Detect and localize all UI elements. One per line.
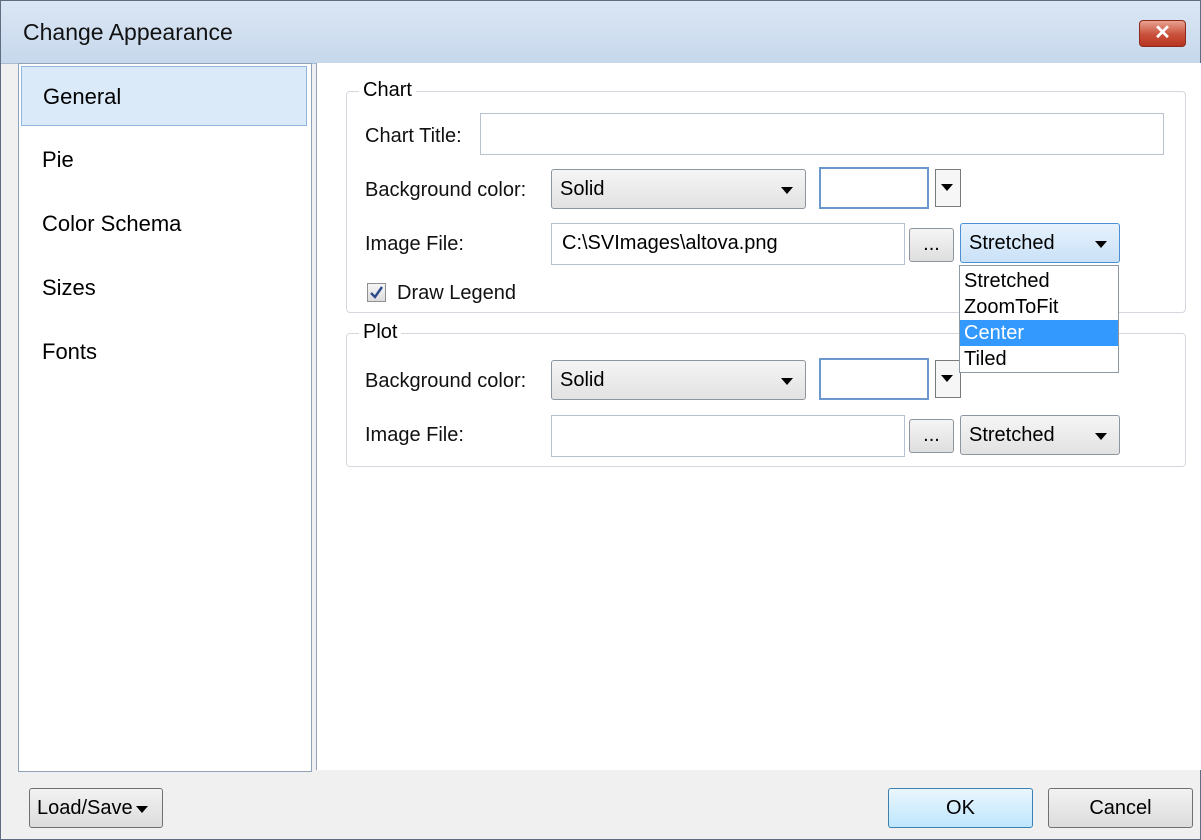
- dropdown-option-tiled[interactable]: Tiled: [960, 346, 1118, 372]
- title-bar: Change Appearance ✕: [1, 1, 1200, 64]
- chart-image-browse-button[interactable]: ...: [909, 228, 954, 262]
- plot-group-legend: Plot: [359, 321, 402, 344]
- cancel-button[interactable]: Cancel: [1048, 788, 1193, 828]
- chevron-down-icon: [781, 187, 793, 194]
- chevron-down-icon: [136, 806, 148, 813]
- plot-image-mode-value: Stretched: [969, 424, 1055, 446]
- sidebar-item-label: Pie: [42, 147, 74, 172]
- chart-bg-color-value: Solid: [560, 178, 605, 200]
- sidebar-item-fonts[interactable]: Fonts: [21, 322, 307, 382]
- plot-bg-color-value: Solid: [560, 369, 605, 391]
- plot-bg-color-swatch[interactable]: [819, 358, 929, 400]
- plot-image-file-input[interactable]: [551, 415, 905, 457]
- draw-legend-label: Draw Legend: [397, 282, 516, 304]
- sidebar-item-pie[interactable]: Pie: [21, 130, 307, 190]
- chart-image-mode-select[interactable]: Stretched: [960, 223, 1120, 263]
- category-sidebar: General Pie Color Schema Sizes Fonts: [18, 63, 312, 772]
- dropdown-option-center[interactable]: Center: [960, 320, 1118, 346]
- chevron-down-icon: [941, 184, 953, 191]
- chevron-down-icon: [1095, 433, 1107, 440]
- chart-image-file-input[interactable]: C:\SVImages\altova.png: [551, 223, 905, 265]
- chevron-down-icon: [941, 375, 953, 382]
- ok-button[interactable]: OK: [888, 788, 1033, 828]
- chart-title-label: Chart Title:: [365, 125, 462, 147]
- checkmark-icon: [370, 286, 383, 299]
- chart-title-input[interactable]: [480, 113, 1164, 155]
- sidebar-item-label: Fonts: [42, 339, 98, 364]
- sidebar-item-label: Color Schema: [42, 211, 182, 236]
- plot-image-mode-select[interactable]: Stretched: [960, 415, 1120, 455]
- load-save-button[interactable]: Load/Save: [29, 788, 163, 828]
- chart-image-file-label: Image File:: [365, 233, 464, 255]
- sidebar-item-sizes[interactable]: Sizes: [21, 258, 307, 318]
- chart-bg-color-label: Background color:: [365, 179, 527, 201]
- close-icon: ✕: [1154, 22, 1171, 44]
- plot-bg-color-select[interactable]: Solid: [551, 360, 806, 400]
- plot-image-browse-button[interactable]: ...: [909, 419, 954, 453]
- draw-legend-checkbox[interactable]: [367, 283, 386, 302]
- sidebar-item-color-schema[interactable]: Color Schema: [21, 194, 307, 254]
- general-settings-panel: Chart Chart Title: Background color: Sol…: [316, 63, 1201, 770]
- close-button[interactable]: ✕: [1139, 20, 1186, 47]
- chart-group-legend: Chart: [359, 79, 416, 102]
- load-save-label: Load/Save: [37, 797, 133, 819]
- change-appearance-dialog: Change Appearance ✕ General Pie Color Sc…: [0, 0, 1201, 840]
- chevron-down-icon: [1095, 241, 1107, 248]
- sidebar-item-label: General: [43, 84, 122, 109]
- dropdown-option-zoomtofit[interactable]: ZoomToFit: [960, 294, 1118, 320]
- image-mode-dropdown-list: Stretched ZoomToFit Center Tiled: [959, 265, 1119, 373]
- plot-bg-color-dropdown-button[interactable]: [935, 360, 961, 398]
- plot-image-file-label: Image File:: [365, 424, 464, 446]
- sidebar-item-general[interactable]: General: [21, 66, 307, 126]
- chart-bg-color-dropdown-button[interactable]: [935, 169, 961, 207]
- sidebar-item-label: Sizes: [42, 275, 96, 300]
- chart-image-mode-value: Stretched: [969, 232, 1055, 254]
- chevron-down-icon: [781, 378, 793, 385]
- chart-bg-color-swatch[interactable]: [819, 167, 929, 209]
- plot-bg-color-label: Background color:: [365, 370, 527, 392]
- chart-bg-color-select[interactable]: Solid: [551, 169, 806, 209]
- dropdown-option-stretched[interactable]: Stretched: [960, 268, 1118, 294]
- dialog-title: Change Appearance: [23, 19, 233, 45]
